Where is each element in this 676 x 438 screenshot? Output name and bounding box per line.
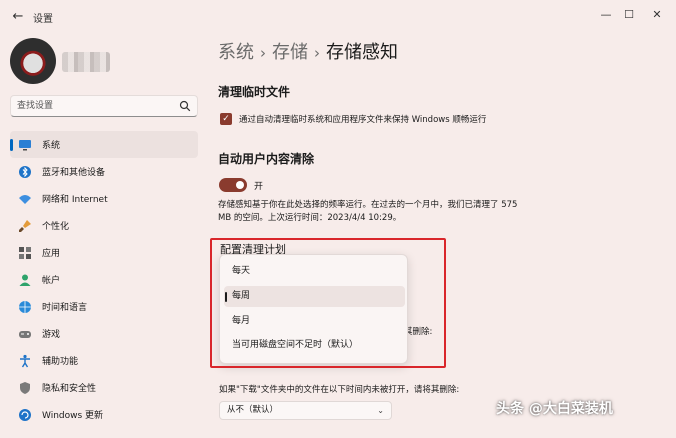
sidebar-item-gaming[interactable]: 游戏 <box>10 320 198 347</box>
sidebar-item-time-language[interactable]: 时间和语言 <box>10 293 198 320</box>
auto-cleanup-heading: 自动用户内容清除 <box>218 152 315 166</box>
person-icon <box>19 274 31 286</box>
search-box[interactable] <box>10 95 198 117</box>
search-icon[interactable] <box>179 100 191 112</box>
globe-icon <box>19 300 31 313</box>
downloads-cleanup-value: 从不（默认） <box>227 405 279 415</box>
auto-cleanup-toggle[interactable] <box>219 178 247 192</box>
sidebar-item-label: 蓝牙和其他设备 <box>42 168 106 178</box>
sidebar-item-accounts[interactable]: 帐户 <box>10 266 198 293</box>
sidebar-item-system[interactable]: 系统 <box>10 131 198 158</box>
toggle-state-label: 开 <box>254 182 264 192</box>
breadcrumb-storage[interactable]: 存储 <box>272 42 308 63</box>
username-blurred <box>62 52 110 72</box>
page-title: 存储感知 <box>326 42 398 63</box>
sidebar-item-label: Windows 更新 <box>42 411 104 421</box>
sidebar-item-label: 系统 <box>42 141 61 151</box>
sidebar-item-label: 隐私和安全性 <box>42 384 97 394</box>
sidebar-item-privacy[interactable]: 隐私和安全性 <box>10 374 198 401</box>
sidebar-item-apps[interactable]: 应用 <box>10 239 198 266</box>
temp-files-checkbox-label: 通过自动清理临时系统和应用程序文件来保持 Windows 顺畅运行 <box>239 115 487 125</box>
chevron-down-icon: ⌄ <box>377 406 384 415</box>
sidebar-item-label: 网络和 Internet <box>42 195 108 205</box>
sidebar-item-accessibility[interactable]: 辅助功能 <box>10 347 198 374</box>
breadcrumb-system[interactable]: 系统 <box>218 42 254 63</box>
sidebar-item-label: 辅助功能 <box>42 357 79 367</box>
update-icon <box>19 408 31 421</box>
sidebar-item-label: 个性化 <box>42 222 70 232</box>
minimize-button[interactable]: — <box>594 5 618 25</box>
sidebar-nav: 系统 蓝牙和其他设备 网络和 Internet 个性化 应用 帐户 时间和语言 … <box>10 131 198 428</box>
close-button[interactable]: ✕ <box>645 5 669 25</box>
storage-sense-description: 存储感知基于你在此处选择的频率运行。在过去的一个月中，我们已清理了 575 MB… <box>218 200 518 223</box>
breadcrumb-separator: › <box>314 44 320 62</box>
sidebar-item-label: 游戏 <box>42 330 61 340</box>
sidebar-item-label: 时间和语言 <box>42 303 88 313</box>
accessibility-icon <box>20 354 30 367</box>
downloads-cleanup-label: 如果"下载"文件夹中的文件在以下时间内未被打开，请将其删除: <box>219 385 460 395</box>
sidebar-item-label: 应用 <box>42 249 61 259</box>
wifi-icon <box>19 194 31 204</box>
sidebar-item-bluetooth[interactable]: 蓝牙和其他设备 <box>10 158 198 185</box>
brush-icon <box>19 219 31 232</box>
breadcrumb: 系统 › 存储 › 存储感知 <box>218 38 398 64</box>
app-title: 设置 <box>33 14 53 25</box>
shield-icon <box>20 381 30 394</box>
temp-files-checkbox[interactable]: ✓ <box>220 113 232 125</box>
apps-icon <box>19 246 31 259</box>
gamepad-icon <box>19 330 31 338</box>
title-bar: ← 设置 — ☐ ✕ <box>0 0 676 34</box>
sidebar-item-personalization[interactable]: 个性化 <box>10 212 198 239</box>
highlight-annotation-box <box>210 238 446 368</box>
sidebar-item-network[interactable]: 网络和 Internet <box>10 185 198 212</box>
downloads-cleanup-select[interactable]: 从不（默认） ⌄ <box>219 401 392 420</box>
breadcrumb-separator: › <box>260 44 266 62</box>
bluetooth-icon <box>19 165 31 178</box>
watermark: 头条 @大白菜装机 <box>496 401 613 417</box>
back-button[interactable]: ← <box>8 8 28 26</box>
toggle-knob <box>236 181 244 189</box>
search-input[interactable] <box>17 99 167 113</box>
maximize-button[interactable]: ☐ <box>617 5 641 25</box>
sidebar-item-windows-update[interactable]: Windows 更新 <box>10 401 198 428</box>
sidebar-item-label: 帐户 <box>42 276 61 286</box>
monitor-icon <box>19 139 31 150</box>
temp-files-heading: 清理临时文件 <box>218 85 291 99</box>
avatar <box>10 38 56 84</box>
